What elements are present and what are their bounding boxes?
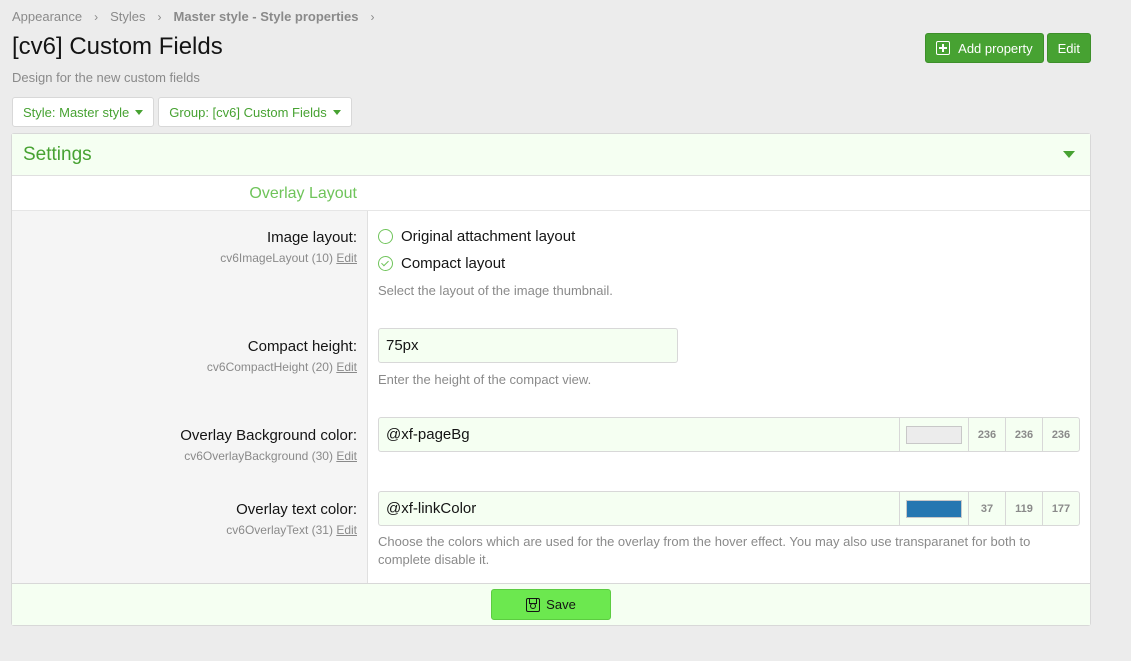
style-filter-label: Style: Master style (23, 104, 130, 120)
breadcrumb-item-appearance[interactable]: Appearance (12, 9, 82, 24)
overlay-text-hint: Choose the colors which are used for the… (378, 533, 1030, 569)
labels-column: Image layout: cv6ImageLayout (10) Edit C… (12, 211, 368, 584)
section-header: Overlay Layout (12, 176, 1090, 211)
overlay-text-swatch (906, 499, 962, 518)
chevron-right-icon: › (370, 9, 375, 24)
image-layout-label-block: Image layout: cv6ImageLayout (10) Edit (220, 229, 357, 265)
overlay-text-edit-link[interactable]: Edit (336, 523, 357, 537)
save-button[interactable]: Save (491, 589, 611, 620)
plus-square-icon (936, 41, 951, 55)
caret-down-icon (332, 109, 341, 115)
overlay-bg-meta-text: cv6OverlayBackground (30) (184, 449, 333, 463)
overlay-bg-swatch (906, 425, 962, 444)
settings-block: Settings Overlay Layout Image layout: cv… (11, 133, 1091, 626)
breadcrumb-item-styles[interactable]: Styles (110, 9, 145, 24)
overlay-bg-value[interactable]: @xf-pageBg (379, 418, 899, 451)
chevron-right-icon: › (157, 9, 162, 24)
radio-original-label: Original attachment layout (401, 228, 576, 245)
overlay-text-b: 177 (1042, 492, 1079, 525)
overlay-text-color-input[interactable]: @xf-linkColor 37 119 177 (378, 491, 1080, 526)
overlay-bg-label: Overlay Background color: (180, 427, 357, 444)
overlay-bg-r: 236 (968, 418, 1005, 451)
radio-original-layout[interactable]: Original attachment layout (378, 228, 575, 245)
group-filter-dropdown[interactable]: Group: [cv6] Custom Fields (158, 97, 352, 127)
overlay-text-value[interactable]: @xf-linkColor (379, 492, 899, 525)
form-footer: Save (12, 583, 1090, 625)
top-toolbar: Add property Edit (925, 33, 1091, 63)
compact-height-hint: Enter the height of the compact view. (378, 372, 592, 387)
overlay-bg-meta: cv6OverlayBackground (30) Edit (180, 449, 357, 463)
overlay-text-r: 37 (968, 492, 1005, 525)
overlay-bg-edit-link[interactable]: Edit (336, 449, 357, 463)
group-filter-label: Group: [cv6] Custom Fields (169, 104, 327, 120)
save-icon (526, 597, 541, 612)
compact-height-meta-text: cv6CompactHeight (20) (206, 360, 333, 374)
collapse-caret-icon[interactable] (1063, 151, 1075, 158)
caret-down-icon (135, 109, 144, 115)
settings-header[interactable]: Settings (12, 134, 1090, 176)
compact-height-label: Compact height: (247, 338, 357, 355)
overlay-text-g: 119 (1005, 492, 1042, 525)
overlay-bg-b: 236 (1042, 418, 1079, 451)
page-description: Design for the new custom fields (12, 70, 200, 85)
overlay-text-meta-text: cv6OverlayText (31) (226, 523, 333, 537)
overlay-text-swatch-button[interactable] (899, 492, 968, 525)
overlay-text-label: Overlay text color: (236, 501, 357, 518)
form-body: Image layout: cv6ImageLayout (10) Edit C… (12, 211, 1090, 584)
overlay-bg-color-input[interactable]: @xf-pageBg 236 236 236 (378, 417, 1080, 452)
radio-compact-label: Compact layout (401, 255, 506, 272)
compact-height-label-block: Compact height: cv6CompactHeight (20) Ed… (207, 338, 357, 374)
image-layout-meta: cv6ImageLayout (10) Edit (220, 251, 357, 265)
overlay-bg-label-block: Overlay Background color: cv6OverlayBack… (180, 427, 357, 463)
page-title: [cv6] Custom Fields (12, 33, 223, 60)
radio-unchecked-icon[interactable] (378, 229, 393, 244)
edit-label: Edit (1057, 40, 1080, 56)
compact-height-edit-link[interactable]: Edit (336, 360, 357, 374)
overlay-bg-g: 236 (1005, 418, 1042, 451)
image-layout-meta-text: cv6ImageLayout (10) (220, 251, 333, 265)
save-label: Save (546, 597, 576, 612)
add-property-button[interactable]: Add property (925, 33, 1044, 63)
overlay-text-meta: cv6OverlayText (31) Edit (226, 523, 357, 537)
image-layout-edit-link[interactable]: Edit (336, 251, 357, 265)
section-title: Overlay Layout (249, 185, 357, 202)
overlay-text-hint-line1: Choose the colors which are used for the… (378, 534, 1031, 549)
image-layout-hint: Select the layout of the image thumbnail… (378, 283, 613, 298)
radio-compact-layout[interactable]: Compact layout (378, 255, 505, 272)
compact-height-meta: cv6CompactHeight (20) Edit (207, 360, 357, 374)
edit-group-button[interactable]: Edit (1046, 33, 1091, 63)
chevron-right-icon: › (94, 9, 99, 24)
style-filter-dropdown[interactable]: Style: Master style (12, 97, 155, 127)
radio-checked-icon[interactable] (378, 256, 393, 271)
add-property-label: Add property (958, 40, 1033, 56)
compact-height-input[interactable] (378, 328, 678, 363)
image-layout-label: Image layout: (266, 229, 357, 246)
breadcrumb-item-style-properties[interactable]: Master style - Style properties (174, 9, 359, 24)
overlay-text-label-block: Overlay text color: cv6OverlayText (31) … (226, 501, 357, 537)
overlay-text-hint-line2: complete disable it. (378, 552, 490, 567)
overlay-bg-swatch-button[interactable] (899, 418, 968, 451)
settings-title: Settings (23, 143, 92, 165)
filter-bar: Style: Master style Group: [cv6] Custom … (12, 97, 352, 127)
breadcrumb: Appearance › Styles › Master style - Sty… (12, 9, 387, 24)
inputs-column: Original attachment layout Compact layou… (368, 211, 1090, 584)
